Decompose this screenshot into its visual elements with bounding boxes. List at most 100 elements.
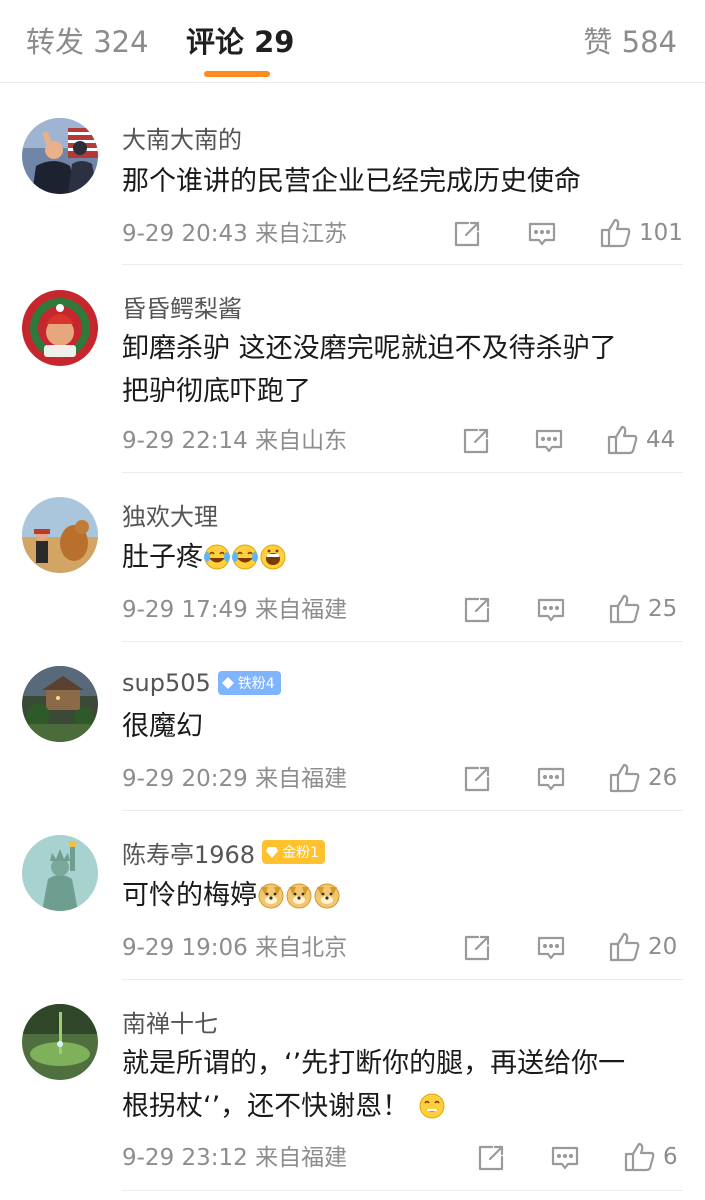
share-button[interactable] [462,764,492,794]
divider [122,979,683,980]
username-row: sup505 铁粉4 [122,666,281,700]
comment-text: 那个谁讲的民营企业已经完成历史使命 [122,160,682,203]
comment-location: 来自福建 [255,1145,348,1171]
thumbs-up-icon [609,594,640,624]
avatar[interactable] [22,835,98,911]
share-button[interactable] [476,1143,506,1173]
comment-meta: 9-29 19:06 来自北京 [122,933,347,963]
comment-text: 肚子疼 [122,536,682,579]
comment-text-line: 根拐杖‘’，还不快谢恩！ [122,1091,410,1122]
username[interactable]: 独欢大理 [122,497,218,532]
share-icon [464,935,490,961]
username[interactable]: 大南大南的 [122,120,242,155]
divider [122,264,683,265]
username[interactable]: 昏昏鳄梨酱 [122,289,242,324]
reply-button[interactable] [536,933,566,963]
share-button[interactable] [461,426,491,456]
divider [122,810,683,811]
like-count: 44 [646,427,676,453]
username-row: 南禅十七 [122,1004,218,1038]
fan-badge[interactable]: 金粉1 [262,840,325,864]
like-button[interactable]: 20 [608,930,677,964]
username[interactable]: sup505 [122,669,211,697]
comment-text-line: 卸磨杀驴 这还没磨完呢就迫不及待杀驴了 [122,333,617,364]
comment-location: 来自福建 [255,766,348,792]
avatar[interactable] [22,1004,98,1080]
like-button[interactable]: 6 [623,1140,678,1174]
like-button[interactable]: 25 [608,592,677,626]
smirk-emoji [419,1093,445,1119]
comment-text-line: 就是所谓的，‘’先打断你的腿，再送给你一 [122,1048,626,1079]
comment-meta: 9-29 22:14 来自山东 [122,426,347,456]
comment-icon [537,936,565,960]
avatar[interactable] [22,497,98,573]
reply-button[interactable] [536,595,566,625]
comment-time: 9-29 22:14 [122,428,248,454]
like-count: 20 [648,934,678,960]
laughing-crying-emoji [232,544,258,570]
comment-location: 来自北京 [255,935,348,961]
username-row: 大南大南的 [122,120,242,154]
comment-time: 9-29 23:12 [122,1145,248,1171]
comment-text-line: 那个谁讲的民营企业已经完成历史使命 [122,166,581,197]
comment-time: 9-29 17:49 [122,597,248,623]
fan-badge[interactable]: 铁粉4 [217,671,281,695]
reply-button[interactable] [527,219,557,249]
share-icon [478,1145,504,1171]
grinning-emoji [260,544,286,570]
avatar[interactable] [22,290,98,366]
share-button[interactable] [462,595,492,625]
share-icon [454,221,480,247]
username-row: 陈寿亭1968 金粉1 [122,835,325,869]
username[interactable]: 陈寿亭1968 [122,835,255,870]
comment-text-line: 肚子疼 [122,542,203,573]
comment-text: 很魔幻 [122,705,682,748]
comment-location: 来自福建 [255,597,348,623]
comment-location: 来自江苏 [255,221,348,247]
comment-icon [537,598,565,622]
comment-location: 来自山东 [255,428,348,454]
laughing-crying-emoji [204,544,230,570]
share-button[interactable] [452,219,482,249]
reply-button[interactable] [550,1143,580,1173]
tab-comments[interactable]: 评论 29 [186,22,294,62]
username-row: 昏昏鳄梨酱 [122,289,242,323]
comment-time: 9-29 20:43 [122,221,248,247]
share-icon [464,766,490,792]
doge-emoji [314,883,340,909]
like-button[interactable]: 101 [599,216,683,250]
diamond-icon [266,847,279,858]
avatar[interactable] [22,118,98,194]
tab-likes[interactable]: 赞 584 [583,22,677,62]
thumbs-up-icon [624,1142,655,1172]
like-button[interactable]: 44 [606,423,675,457]
reply-button[interactable] [536,764,566,794]
like-count: 6 [663,1144,678,1170]
comment-time: 9-29 20:29 [122,766,248,792]
comment-tabs: 转发 324 评论 29 赞 584 [0,0,705,83]
username-row: 独欢大理 [122,497,218,531]
like-button[interactable]: 26 [608,761,677,795]
divider [122,641,683,642]
share-button[interactable] [462,933,492,963]
doge-emoji [258,883,284,909]
comment-icon [528,222,556,246]
thumbs-up-icon [607,425,638,455]
comment-meta: 9-29 20:29 来自福建 [122,764,347,794]
divider [122,1190,683,1191]
thumbs-up-icon [609,932,640,962]
comment-meta: 9-29 20:43 来自江苏 [122,219,347,249]
divider [122,472,683,473]
active-tab-indicator [204,71,270,77]
comment-time: 9-29 19:06 [122,935,248,961]
share-icon [463,428,489,454]
tab-repost[interactable]: 转发 324 [26,22,149,62]
reply-button[interactable] [534,426,564,456]
like-count: 25 [648,596,678,622]
like-count: 26 [648,765,678,791]
doge-emoji [286,883,312,909]
avatar[interactable] [22,666,98,742]
username[interactable]: 南禅十七 [122,1004,218,1039]
fan-badge-label: 铁粉4 [237,676,275,692]
comment-icon [535,429,563,453]
